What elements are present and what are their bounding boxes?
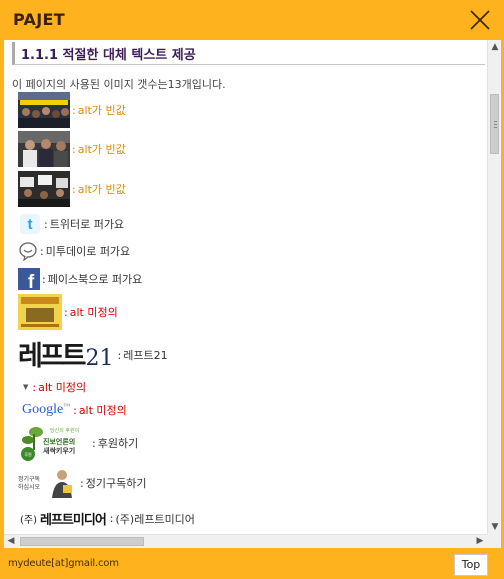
separator: : [72,182,76,196]
horizontal-scroll-thumb[interactable] [20,537,144,546]
separator: : [32,380,37,394]
alt-status: alt 미정의 [38,381,87,394]
footer-bar: mydeute[at]gmail.com Top [0,549,504,579]
separator: : [80,476,84,490]
separator: : [44,217,48,231]
image-item: : alt가 빈값 [18,171,126,207]
image-item: : alt가 빈값 [18,131,126,167]
google-logo-text: Google [22,402,64,417]
google-logo: Google ™ [22,402,70,418]
image-item: : alt 미정의 [18,294,118,330]
leftmedia-logo-prefix: (주) [20,515,38,526]
donation-banner: 후원 당신의 후원이 진보언론의 새싹키우기 [18,424,90,462]
separator: : [64,305,68,319]
svg-text:f: f [28,272,35,290]
image-item: t : 트위터로 퍼가요 [18,214,124,234]
image-item: 레프트 21 : 레프트21 [18,337,168,373]
donation-badge: 후원 [24,451,32,457]
horizontal-scrollbar[interactable]: ◀ ▶ [4,534,487,548]
protest-photo-thumbnail [18,92,70,128]
scroll-corner [487,534,501,548]
image-count-text: 이 페이지의 사용된 이미지 갯수는13개입니다. [12,78,226,91]
left21-logo: 레프트 21 [18,337,114,373]
separator: : [42,272,46,286]
alt-status: alt가 빈값 [77,143,126,156]
subscription-banner: 정기구독 하십시오 [18,468,78,498]
alt-text: 미투데이로 퍼가요 [45,245,131,258]
image-item: : alt가 빈값 [18,92,126,128]
window-title: PAJET [13,10,65,29]
google-tm: ™ [63,402,71,410]
scroll-left-button[interactable]: ◀ [4,535,18,548]
separator: : [117,348,122,362]
image-item: 후원 당신의 후원이 진보언론의 새싹키우기 : 후원하기 [18,424,138,462]
svg-text:t: t [28,216,33,233]
separator: : [72,142,76,156]
alt-status: alt 미정의 [69,306,118,319]
left21-logo-text: 레프트 [18,341,87,372]
left21-logo-number: 21 [85,346,114,371]
top-button[interactable]: Top [454,554,488,576]
scroll-up-button[interactable]: ▲ [488,40,501,54]
scroll-down-button[interactable]: ▼ [488,520,501,534]
facebook-icon: f [18,268,40,290]
close-button[interactable] [469,9,491,31]
alt-text: 레프트21 [123,349,168,362]
scroll-right-button[interactable]: ▶ [473,535,487,548]
section-heading: 1.1.1 적절한 대체 텍스트 제공 [12,42,485,65]
rally-photo-thumbnail [18,171,70,207]
twitter-icon: t [20,214,40,234]
leftmedia-logo-name: 레프트미디어 [40,513,107,528]
alt-text: (주)레프트미디어 [115,512,195,526]
me2day-icon [19,242,37,261]
image-item: f : 페이스북으로 퍼가요 [18,268,142,290]
section-title: 1.1.1 적절한 대체 텍스트 제공 [21,48,196,63]
leftmedia-logo: (주) 레프트미디어 [20,509,107,528]
pajet-window: PAJET 1.1.1 적절한 대체 텍스트 제공 이 페이지의 사용된 이미지… [0,0,504,579]
donation-line1: 당신의 후원이 [50,428,80,434]
alt-status: alt가 빈값 [77,183,126,196]
contact-email: mydeute[at]gmail.com [8,558,119,569]
image-item: (주) 레프트미디어 : (주)레프트미디어 [18,509,195,528]
image-item: Google ™ : alt 미정의 [18,402,127,418]
reader-figure-icon [52,470,72,498]
alt-text: 트위터로 퍼가요 [49,218,125,231]
image-item: ▼ : alt 미정의 [18,379,86,395]
alt-text: 후원하기 [97,437,139,450]
people-photo-thumbnail [18,131,70,167]
alt-text: 정기구독하기 [85,477,147,490]
separator: : [72,103,76,117]
separator: : [109,512,114,525]
vertical-scroll-thumb[interactable] [490,94,499,154]
title-bar: PAJET [0,0,504,40]
alt-status: alt가 빈값 [77,104,126,117]
separator: : [40,244,44,258]
image-item: 정기구독 하십시오 : 정기구독하기 [18,468,146,498]
separator: : [73,403,77,417]
separator: : [92,436,96,450]
image-item: : 미투데이로 퍼가요 [18,241,130,261]
content-panel: 1.1.1 적절한 대체 텍스트 제공 이 페이지의 사용된 이미지 갯수는13… [4,40,501,548]
book-cover-image [18,294,62,330]
donation-line3: 새싹키우기 [43,447,76,455]
alt-text: 페이스북으로 퍼가요 [47,273,143,286]
vertical-scrollbar[interactable]: ▲ ▼ [487,40,501,534]
arrow-down-icon: ▼ [23,383,29,391]
subscription-line2: 하십시오 [18,484,41,491]
alt-status: alt 미정의 [78,404,127,417]
close-icon [470,10,490,30]
report-list: 1.1.1 적절한 대체 텍스트 제공 이 페이지의 사용된 이미지 갯수는13… [4,40,487,534]
